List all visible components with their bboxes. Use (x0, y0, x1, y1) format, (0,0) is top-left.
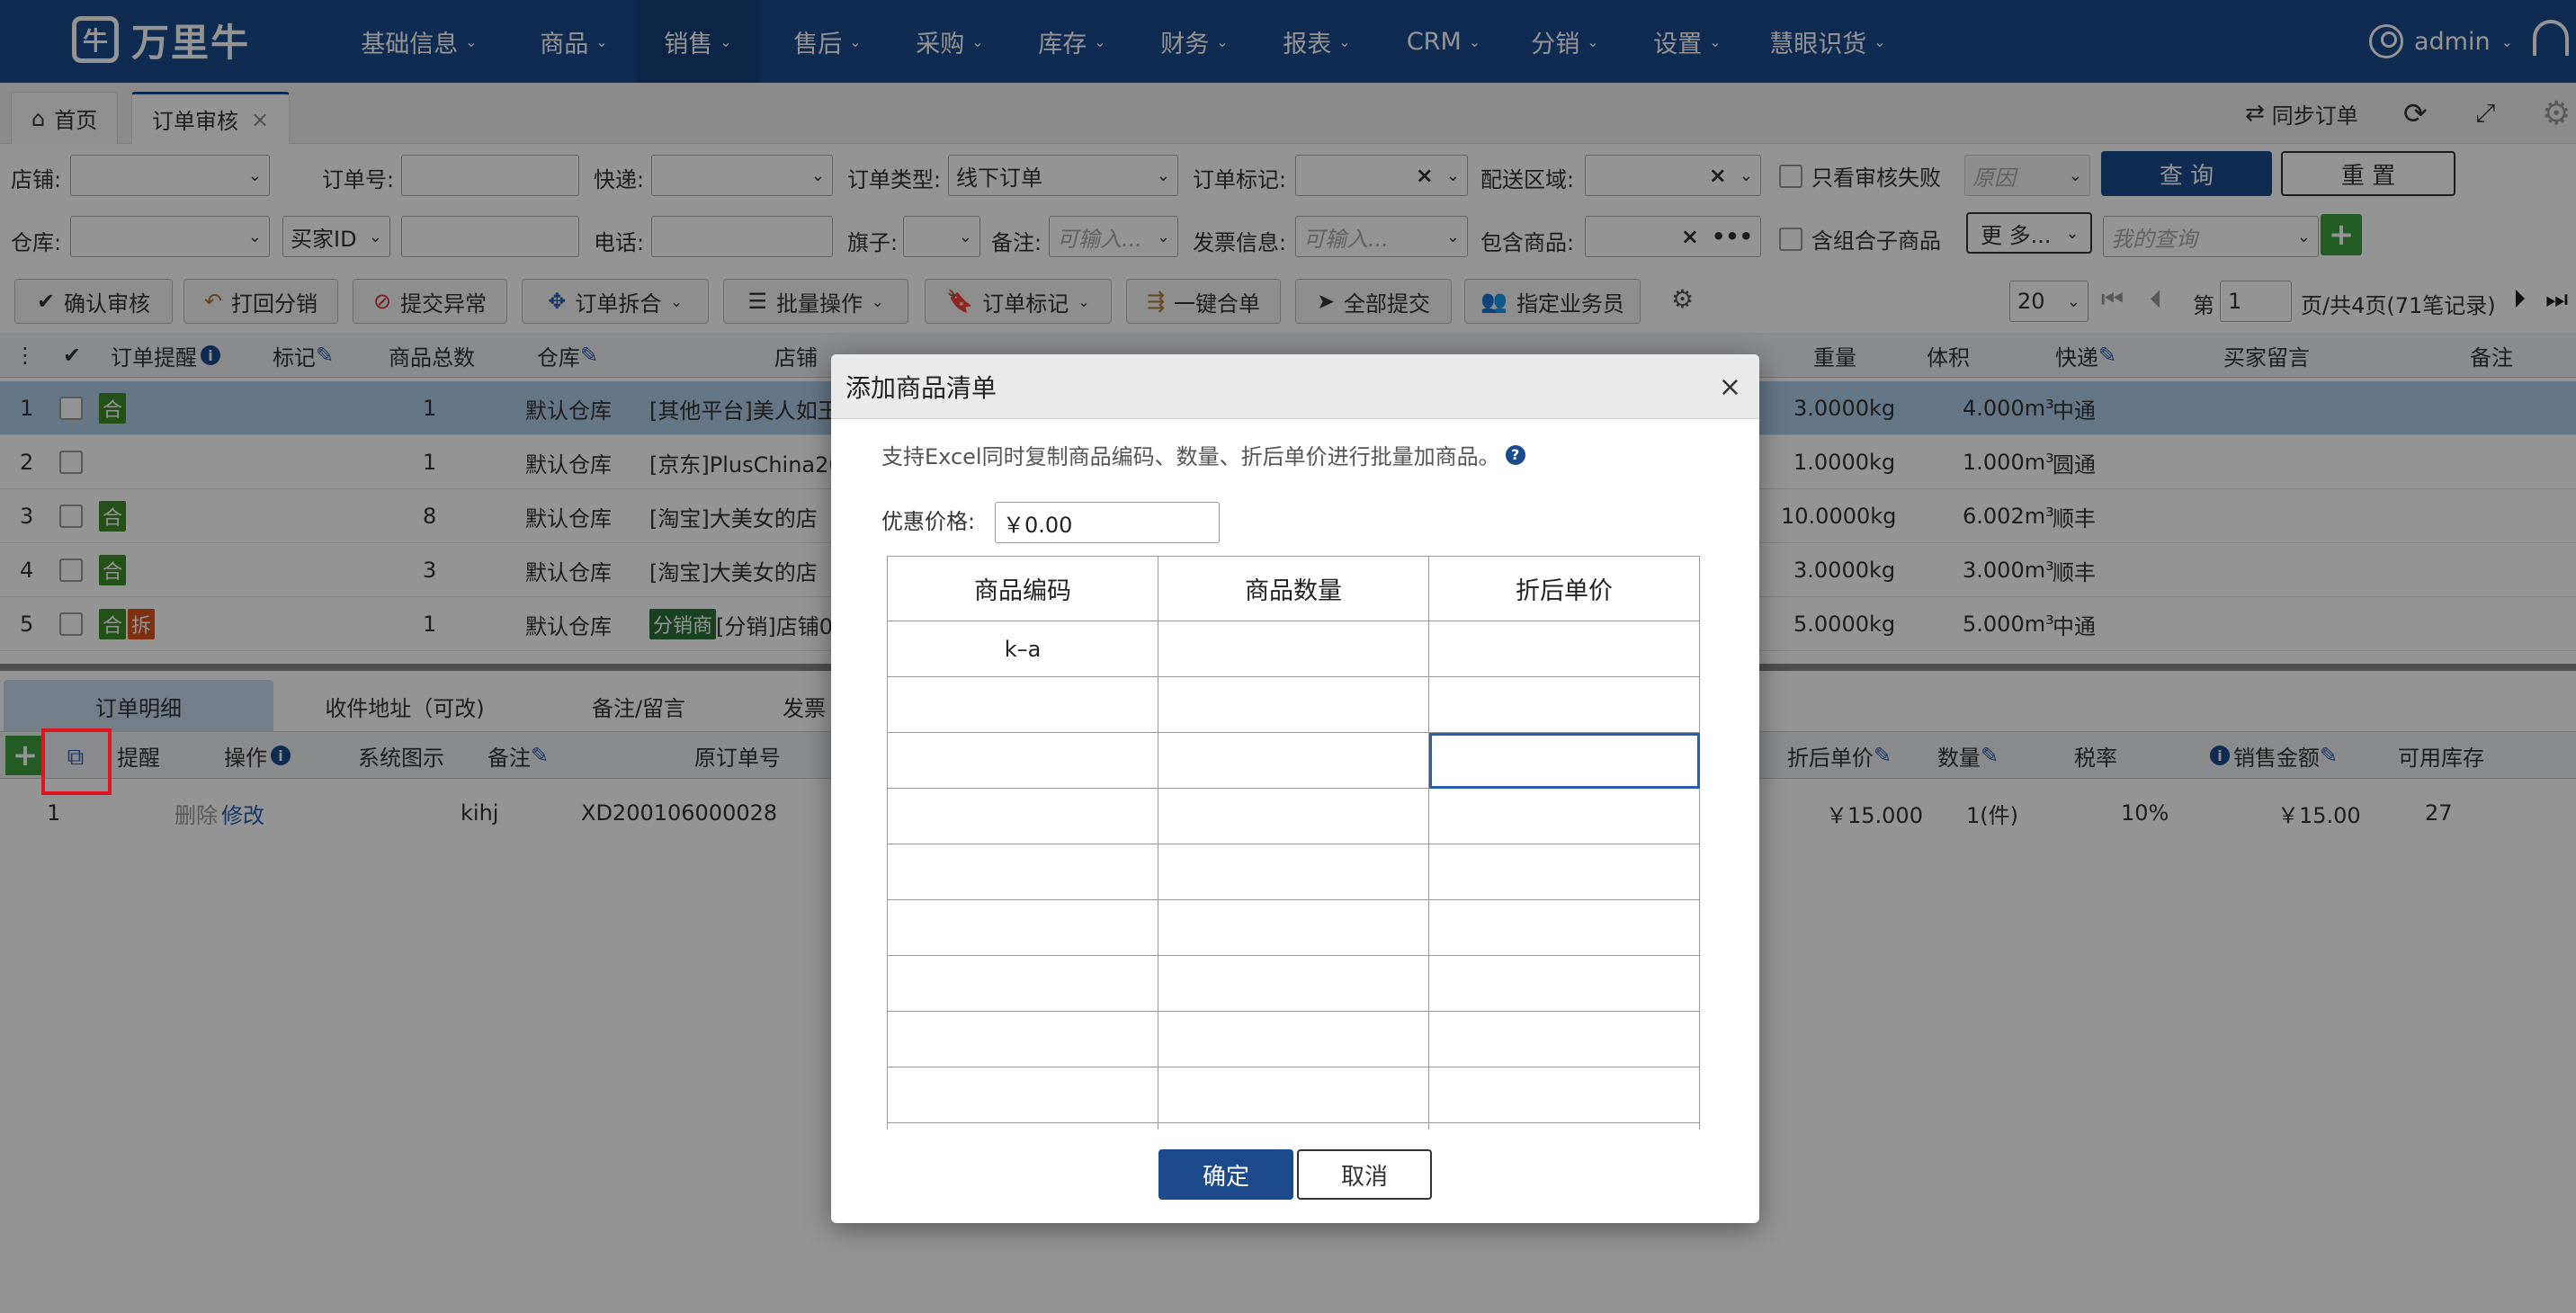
qty-cell[interactable] (1158, 1011, 1429, 1067)
code-cell[interactable] (887, 1011, 1158, 1067)
add-product-list-dialog: 添加商品清单 × 支持Excel同时复制商品编码、数量、折后单价进行批量加商品。… (831, 354, 1759, 1223)
qty-cell[interactable] (1158, 1122, 1429, 1130)
price-cell-focused[interactable] (1428, 732, 1700, 789)
price-cell[interactable] (1428, 844, 1700, 900)
table-row (887, 1011, 1700, 1067)
qty-cell[interactable] (1158, 1067, 1429, 1123)
confirm-button[interactable]: 确定 (1158, 1149, 1293, 1200)
product-entry-table: 商品编码 商品数量 折后单价 k–a (887, 556, 1700, 1130)
code-cell[interactable] (887, 899, 1158, 956)
code-cell[interactable] (887, 1122, 1158, 1130)
description-text: 支持Excel同时复制商品编码、数量、折后单价进行批量加商品。 (881, 444, 1500, 469)
qty-cell[interactable] (1158, 732, 1429, 789)
table-row (887, 788, 1700, 844)
highlight-box (41, 728, 112, 795)
col-discount-unit-price: 折后单价 (1428, 556, 1700, 621)
cancel-button[interactable]: 取消 (1297, 1149, 1432, 1200)
code-cell[interactable] (887, 788, 1158, 844)
discount-price-input[interactable]: ￥0.00 (995, 502, 1220, 543)
price-cell[interactable] (1428, 1011, 1700, 1067)
code-cell[interactable] (887, 844, 1158, 900)
code-cell[interactable] (887, 732, 1158, 789)
dialog-header: 添加商品清单 × (831, 354, 1759, 419)
qty-cell[interactable] (1158, 899, 1429, 956)
price-cell[interactable] (1428, 788, 1700, 844)
code-cell[interactable] (887, 955, 1158, 1012)
price-cell[interactable] (1428, 1122, 1700, 1130)
dialog-title: 添加商品清单 (845, 373, 997, 403)
col-product-qty: 商品数量 (1158, 556, 1429, 621)
code-cell[interactable] (887, 1067, 1158, 1123)
col-product-code: 商品编码 (887, 556, 1158, 621)
qty-cell[interactable] (1158, 676, 1429, 733)
table-row (887, 899, 1700, 956)
price-cell[interactable] (1428, 1067, 1700, 1123)
table-row (887, 955, 1700, 1012)
price-cell[interactable] (1428, 676, 1700, 733)
table-row: k–a (887, 621, 1700, 677)
price-cell[interactable] (1428, 955, 1700, 1012)
price-cell[interactable] (1428, 899, 1700, 956)
table-row (887, 1122, 1700, 1130)
dialog-description: 支持Excel同时复制商品编码、数量、折后单价进行批量加商品。 ? (881, 439, 1525, 470)
table-row (887, 1067, 1700, 1123)
qty-cell[interactable] (1158, 844, 1429, 900)
qty-cell[interactable] (1158, 621, 1429, 677)
table-row (887, 732, 1700, 789)
close-icon[interactable]: × (1719, 354, 1741, 419)
qty-cell[interactable] (1158, 788, 1429, 844)
discount-price-label: 优惠价格: (881, 509, 976, 534)
table-row (887, 676, 1700, 733)
code-cell[interactable] (887, 676, 1158, 733)
code-cell[interactable]: k–a (887, 621, 1158, 677)
price-cell[interactable] (1428, 621, 1700, 677)
qty-cell[interactable] (1158, 955, 1429, 1012)
table-row (887, 844, 1700, 900)
help-icon: ? (1505, 444, 1525, 465)
